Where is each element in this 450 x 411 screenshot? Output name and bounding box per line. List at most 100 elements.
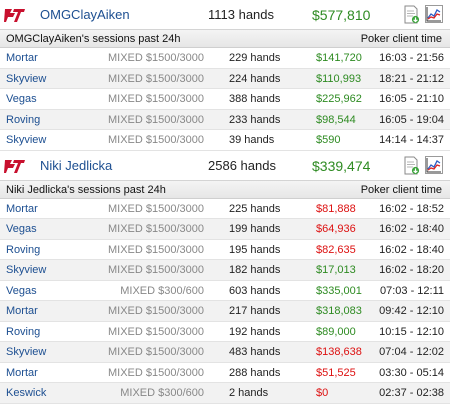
session-row[interactable]: Skyview MIXED $1500/3000 182 hands $17,0… xyxy=(0,260,450,281)
session-game: MIXED $1500/3000 xyxy=(107,134,204,146)
session-profit: $141,720 xyxy=(316,52,362,64)
session-game: MIXED $1500/3000 xyxy=(107,93,204,105)
session-profit: $51,525 xyxy=(316,366,356,379)
session-time: 10:15 - 12:10 xyxy=(379,325,444,338)
session-row[interactable]: Skyview MIXED $1500/3000 39 hands $590 1… xyxy=(0,130,450,151)
client-time-label: Poker client time xyxy=(360,33,442,45)
session-table-name[interactable]: Skyview xyxy=(6,342,46,363)
session-time: 16:05 - 21:10 xyxy=(379,93,444,105)
session-table-name[interactable]: Vegas xyxy=(6,219,37,240)
player-profit-total: $577,810 xyxy=(312,7,371,23)
session-game: MIXED $1500/3000 xyxy=(107,72,204,85)
session-row[interactable]: Vegas MIXED $300/600 603 hands $335,001 … xyxy=(0,281,450,302)
client-time-label: Poker client time xyxy=(360,183,442,196)
session-table-name[interactable]: Roving xyxy=(6,110,40,131)
full-tilt-logo-icon xyxy=(4,7,26,23)
session-row[interactable]: Skyview MIXED $1500/3000 483 hands $138,… xyxy=(0,342,450,363)
session-game: MIXED $1500/3000 xyxy=(107,264,204,276)
session-game: MIXED $1500/3000 xyxy=(107,305,204,317)
session-table-name[interactable]: Skyview xyxy=(6,130,46,151)
session-row[interactable]: Keswick MIXED $300/600 2 hands $0 02:37 … xyxy=(0,383,450,404)
graph-chart-icon[interactable] xyxy=(425,155,443,174)
session-time: 16:02 - 18:20 xyxy=(379,264,444,276)
session-game: MIXED $1500/3000 xyxy=(107,202,204,215)
session-profit: $81,888 xyxy=(316,202,356,215)
session-row[interactable]: Roving MIXED $1500/3000 195 hands $82,63… xyxy=(0,240,450,261)
session-row[interactable]: Roving MIXED $1500/3000 233 hands $98,54… xyxy=(0,109,450,131)
player-name-link[interactable]: OMGClayAiken xyxy=(40,0,130,30)
session-game: MIXED $1500/3000 xyxy=(107,52,204,64)
session-time: 02:37 - 02:38 xyxy=(379,387,444,399)
session-hands: 225 hands xyxy=(229,202,281,215)
session-hands: 229 hands xyxy=(229,52,281,64)
session-hands: 388 hands xyxy=(229,93,281,105)
session-row[interactable]: Vegas MIXED $1500/3000 388 hands $225,96… xyxy=(0,89,450,110)
session-hands: 39 hands xyxy=(229,134,275,146)
full-tilt-logo-icon xyxy=(4,158,26,174)
session-game: MIXED $1500/3000 xyxy=(107,366,204,379)
sessions-header: Niki Jedlicka's sessions past 24h Poker … xyxy=(0,180,450,199)
player-block: OMGClayAiken 1113 hands $577,810 OMGClay… xyxy=(0,0,450,151)
session-time: 09:42 - 12:10 xyxy=(379,305,444,317)
session-game: MIXED $1500/3000 xyxy=(107,223,204,235)
session-row[interactable]: Roving MIXED $1500/3000 192 hands $89,00… xyxy=(0,322,450,343)
session-hands: 233 hands xyxy=(229,113,281,126)
session-profit: $590 xyxy=(316,134,341,146)
session-game: MIXED $300/600 xyxy=(120,284,204,297)
session-hands: 199 hands xyxy=(229,223,281,235)
session-table-name[interactable]: Vegas xyxy=(6,89,37,110)
session-hands: 217 hands xyxy=(229,305,281,317)
session-row[interactable]: Skyview MIXED $1500/3000 224 hands $110,… xyxy=(0,68,450,90)
player-hands-total: 1113 hands xyxy=(208,7,275,22)
session-profit: $138,638 xyxy=(316,346,362,358)
session-hands: 224 hands xyxy=(229,72,281,85)
session-table-name[interactable]: Skyview xyxy=(6,260,46,281)
graph-chart-icon[interactable] xyxy=(425,5,443,23)
session-time: 14:14 - 14:37 xyxy=(379,134,444,146)
sessions-title: OMGClayAiken's sessions past 24h xyxy=(6,33,181,45)
session-profit: $98,544 xyxy=(316,113,356,126)
session-table-name[interactable]: Roving xyxy=(6,240,40,261)
session-table-name[interactable]: Mortar xyxy=(6,363,38,384)
player-name-link[interactable]: Niki Jedlicka xyxy=(40,151,112,181)
session-time: 16:02 - 18:52 xyxy=(379,202,444,215)
session-table-name[interactable]: Keswick xyxy=(6,383,46,404)
session-time: 07:03 - 12:11 xyxy=(379,284,444,297)
session-hands: 182 hands xyxy=(229,264,281,276)
export-document-icon[interactable] xyxy=(404,5,420,24)
session-hands: 2 hands xyxy=(229,387,269,399)
session-row[interactable]: Mortar MIXED $1500/3000 225 hands $81,88… xyxy=(0,199,450,220)
session-row[interactable]: Vegas MIXED $1500/3000 199 hands $64,936… xyxy=(0,219,450,240)
session-profit: $225,962 xyxy=(316,93,362,105)
session-game: MIXED $300/600 xyxy=(120,387,204,399)
session-hands: 195 hands xyxy=(229,243,281,256)
sessions-header: OMGClayAiken's sessions past 24h Poker c… xyxy=(0,30,450,48)
player-hands-total: 2586 hands xyxy=(208,157,276,173)
session-row[interactable]: Mortar MIXED $1500/3000 288 hands $51,52… xyxy=(0,363,450,384)
session-profit: $89,000 xyxy=(316,325,356,338)
sessions-title: Niki Jedlicka's sessions past 24h xyxy=(6,183,166,196)
session-time: 03:30 - 05:14 xyxy=(379,366,444,379)
session-profit: $82,635 xyxy=(316,243,356,256)
export-document-icon[interactable] xyxy=(404,156,420,175)
session-table-name[interactable]: Roving xyxy=(6,322,40,343)
session-game: MIXED $1500/3000 xyxy=(107,325,204,338)
session-table-name[interactable]: Skyview xyxy=(6,69,46,90)
session-game: MIXED $1500/3000 xyxy=(107,243,204,256)
session-table-name[interactable]: Mortar xyxy=(6,199,38,220)
session-table-name[interactable]: Mortar xyxy=(6,301,38,322)
session-time: 16:02 - 18:40 xyxy=(379,243,444,256)
session-row[interactable]: Mortar MIXED $1500/3000 229 hands $141,7… xyxy=(0,48,450,69)
session-time: 18:21 - 21:12 xyxy=(379,72,444,85)
session-hands: 603 hands xyxy=(229,284,281,297)
session-row[interactable]: Mortar MIXED $1500/3000 217 hands $318,0… xyxy=(0,301,450,322)
session-table-name[interactable]: Vegas xyxy=(6,281,37,302)
player-block: Niki Jedlicka 2586 hands $339,474 Niki J… xyxy=(0,150,450,404)
player-sessions-list: OMGClayAiken 1113 hands $577,810 OMGClay… xyxy=(0,0,450,404)
session-profit: $335,001 xyxy=(316,284,362,297)
session-table-name[interactable]: Mortar xyxy=(6,48,38,69)
session-profit: $0 xyxy=(316,387,329,399)
session-profit: $318,083 xyxy=(316,305,362,317)
player-header: OMGClayAiken 1113 hands $577,810 xyxy=(0,0,450,30)
player-header: Niki Jedlicka 2586 hands $339,474 xyxy=(0,150,450,181)
